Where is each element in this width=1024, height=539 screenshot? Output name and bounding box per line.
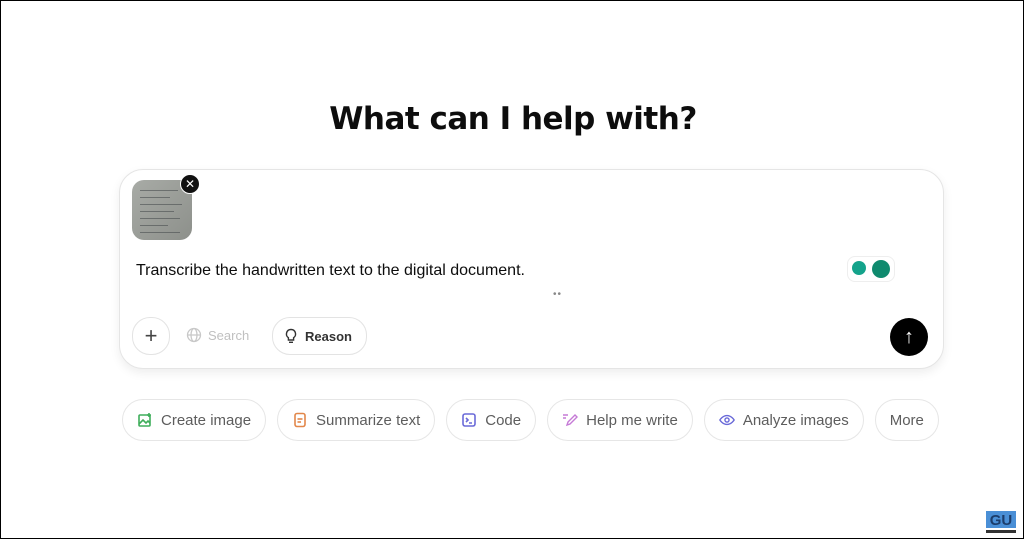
composer: ✕ Transcribe the handwritten text to the… bbox=[119, 169, 944, 369]
send-button[interactable]: ↑ bbox=[890, 318, 928, 356]
watermark-logo: GU bbox=[986, 511, 1016, 533]
terminal-icon bbox=[462, 413, 477, 427]
search-label: Search bbox=[208, 327, 250, 343]
resize-handle-icon[interactable]: •• bbox=[553, 289, 562, 300]
help-me-write-button[interactable]: Help me write bbox=[547, 399, 693, 441]
code-button[interactable]: Code bbox=[446, 399, 537, 441]
page: What can I help with? ✕ Transcribe the h… bbox=[0, 0, 1024, 539]
remove-attachment-close-icon[interactable]: ✕ bbox=[180, 174, 200, 194]
eye-icon bbox=[718, 414, 735, 426]
reason-button[interactable]: Reason bbox=[272, 317, 367, 355]
arrow-up-icon: ↑ bbox=[904, 325, 914, 348]
reason-label: Reason bbox=[305, 328, 352, 344]
suggestion-pills: Create image Summarize text Code Help me… bbox=[122, 399, 939, 441]
extension-icons[interactable] bbox=[847, 256, 895, 282]
add-attachment-button[interactable]: + bbox=[132, 317, 170, 355]
lightbulb-icon bbox=[285, 328, 297, 344]
pill-label: More bbox=[889, 411, 924, 429]
image-icon bbox=[138, 413, 151, 427]
pill-label: Code bbox=[485, 411, 522, 429]
globe-icon bbox=[186, 327, 202, 343]
pill-label: Create image bbox=[161, 411, 252, 429]
svg-text:GU: GU bbox=[990, 512, 1013, 529]
create-image-button[interactable]: Create image bbox=[122, 399, 267, 441]
pill-label: Help me write bbox=[586, 411, 678, 429]
document-icon bbox=[294, 412, 306, 428]
bulb-extension-icon[interactable] bbox=[852, 261, 866, 275]
pill-label: Summarize text bbox=[316, 411, 421, 429]
grammarly-icon[interactable] bbox=[872, 260, 890, 278]
summarize-text-button[interactable]: Summarize text bbox=[277, 399, 436, 441]
prompt-input[interactable]: Transcribe the handwritten text to the d… bbox=[136, 262, 525, 280]
pen-icon bbox=[563, 414, 579, 427]
pill-label: Analyze images bbox=[742, 411, 849, 429]
more-button[interactable]: More bbox=[874, 399, 939, 441]
search-button[interactable]: Search bbox=[186, 317, 249, 353]
page-title: What can I help with? bbox=[329, 101, 697, 137]
plus-icon: + bbox=[144, 323, 158, 348]
analyze-images-button[interactable]: Analyze images bbox=[703, 399, 864, 441]
